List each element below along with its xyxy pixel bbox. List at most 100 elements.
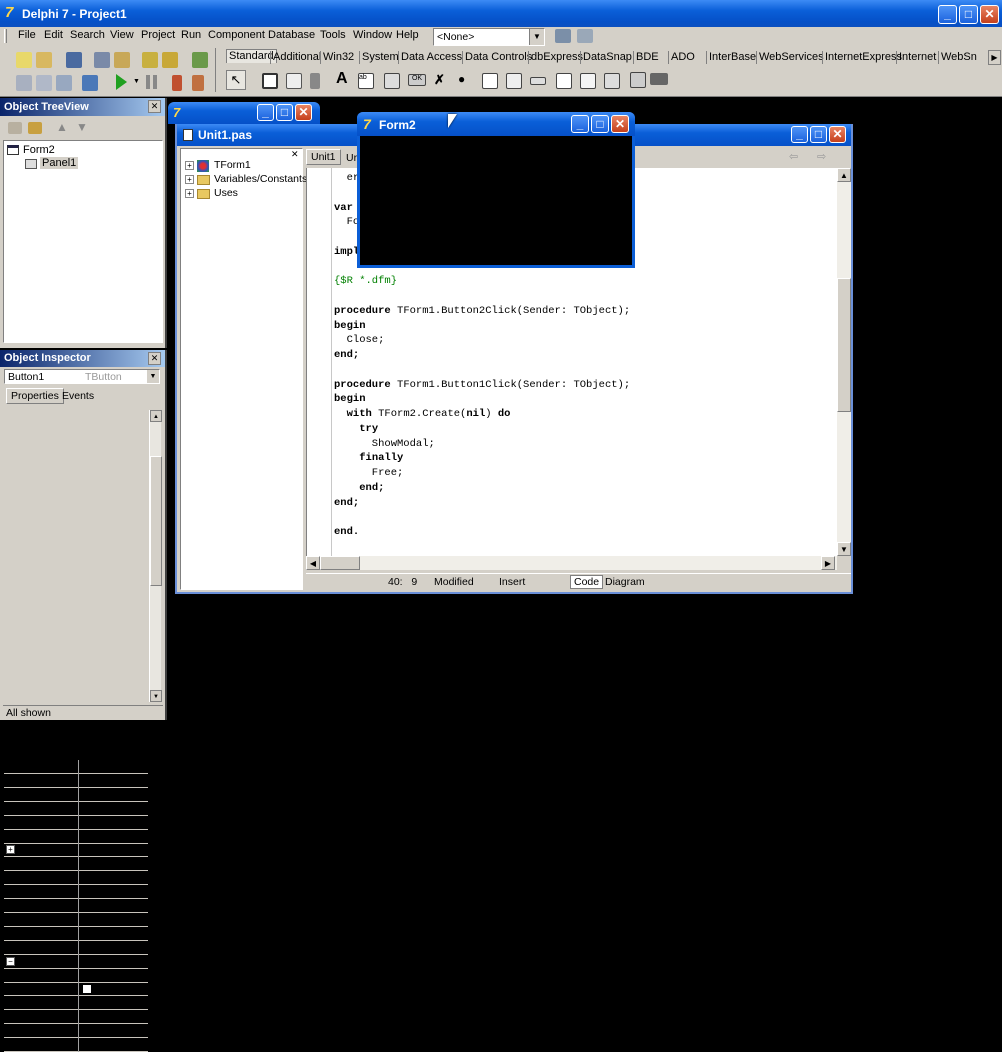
property-row[interactable]: BiDiMode bdLeftToRight <box>4 774 148 788</box>
tab-events[interactable]: Events <box>62 390 94 402</box>
palette-tab-internetexpress[interactable]: InternetExpress <box>825 51 902 65</box>
tab-code[interactable]: Code <box>570 575 604 589</box>
explorer-item-uses[interactable]: Uses <box>214 187 238 199</box>
add-file-icon[interactable] <box>142 52 158 68</box>
property-value[interactable]: crDefault <box>82 871 124 883</box>
move-up-icon[interactable]: ▲ <box>56 120 68 134</box>
menu-help[interactable]: Help <box>396 29 419 41</box>
radiobutton-icon[interactable]: ● <box>458 72 465 86</box>
run-dropdown-icon[interactable]: ▼ <box>133 78 140 85</box>
property-row[interactable]: Charset DEFAULT_CH <box>4 969 151 983</box>
memo-icon[interactable]: ab <box>358 73 374 89</box>
form2-minimize-button[interactable]: _ <box>571 115 589 133</box>
inspector-object-selector[interactable]: Button1 TButton ▼ <box>4 369 160 384</box>
code-vscrollbar[interactable]: ▲ ▼ <box>837 168 851 556</box>
move-down-icon[interactable]: ▼ <box>76 120 88 134</box>
property-row[interactable]: Name MS Sans Seri <box>4 1010 149 1024</box>
scroll-right-arrow[interactable]: ▶ <box>821 556 835 570</box>
edit-icon[interactable]: A <box>336 70 348 88</box>
property-value[interactable]: dmManual <box>82 927 131 939</box>
property-value[interactable]: bdLeftToRight <box>82 774 147 786</box>
menu-search[interactable]: Search <box>70 29 105 41</box>
property-row[interactable]: DockSite False <box>4 885 148 899</box>
form1-minimize-button[interactable]: _ <box>257 104 274 121</box>
save-all-icon[interactable] <box>94 52 110 68</box>
desktop-set-icon[interactable] <box>577 29 593 43</box>
panel-icon[interactable] <box>604 73 620 89</box>
palette-scroll-right[interactable]: ▶ <box>988 50 1001 65</box>
menu-tools[interactable]: Tools <box>320 29 346 41</box>
tab-properties[interactable]: Properties <box>6 388 64 404</box>
property-value[interactable]: clBlack <box>96 830 133 842</box>
property-row[interactable]: Enabled True <box>4 941 148 955</box>
editor-maximize-button[interactable]: □ <box>810 126 827 143</box>
property-value[interactable]: True <box>82 941 103 953</box>
checkbox-check-icon[interactable]: ✗ <box>434 72 445 88</box>
tree-item-form2[interactable]: Form2 <box>23 144 55 156</box>
property-value[interactable]: fpDefault <box>82 1024 124 1036</box>
maximize-button[interactable]: □ <box>959 5 978 24</box>
treeview-new-icon[interactable] <box>8 122 22 134</box>
frames-icon[interactable] <box>650 73 668 85</box>
scroll-left-arrow[interactable]: ◀ <box>306 556 320 570</box>
close-button[interactable]: ✕ <box>980 5 999 24</box>
tab-unit2[interactable]: Ur <box>346 152 357 164</box>
trace-into-icon[interactable] <box>172 75 182 91</box>
property-row[interactable]: Cursor crDefault <box>4 871 148 885</box>
property-row[interactable]: DragCursor crDrag <box>4 899 148 913</box>
view-form-icon[interactable] <box>36 75 52 91</box>
property-row[interactable]: + Constraints (TSizeConstrain <box>4 843 157 857</box>
menu-component[interactable]: Component <box>208 29 265 41</box>
pause-icon[interactable] <box>146 75 157 89</box>
code-hscrollbar[interactable]: ◀ ▶ <box>306 556 837 570</box>
help-book-icon[interactable] <box>192 52 208 68</box>
property-value[interactable]: DEFAULT_CH <box>82 969 151 981</box>
menu-edit[interactable]: Edit <box>44 29 63 41</box>
menu-project[interactable]: Project <box>141 29 175 41</box>
scroll-down-arrow[interactable]: ▼ <box>150 690 162 702</box>
hscroll-thumb[interactable] <box>320 556 360 570</box>
mainmenu-icon[interactable] <box>262 73 278 89</box>
treeview-close-icon[interactable]: ✕ <box>148 100 161 113</box>
palette-tab-data-access[interactable]: Data Access <box>401 51 462 65</box>
explorer-close-icon[interactable]: ✕ <box>291 149 299 160</box>
property-value[interactable]: 0 <box>82 802 88 814</box>
palette-tab-datasnap[interactable]: DataSnap <box>583 51 632 65</box>
property-value[interactable]: dkDrag <box>82 913 116 925</box>
chevron-down-icon[interactable]: ▼ <box>529 29 544 45</box>
form2-maximize-button[interactable]: □ <box>591 115 609 133</box>
menu-database[interactable]: Database <box>268 29 315 41</box>
listbox-icon[interactable] <box>482 73 498 89</box>
minimize-button[interactable]: _ <box>938 5 957 24</box>
open-project-icon[interactable] <box>114 52 130 68</box>
step-over-icon[interactable] <box>192 75 204 91</box>
menu-file[interactable]: File <box>18 29 36 41</box>
inspector-scrollbar[interactable]: ▲ ▼ <box>149 410 162 702</box>
property-value[interactable]: False <box>82 885 108 897</box>
new-form-icon[interactable] <box>82 75 98 91</box>
scroll-thumb[interactable] <box>837 278 851 412</box>
property-row[interactable]: BorderStyle bsNone <box>4 788 148 802</box>
scroll-thumb[interactable] <box>150 456 162 586</box>
label-icon[interactable] <box>310 73 320 89</box>
property-row[interactable]: Color clWhite <box>4 982 148 996</box>
chevron-down-icon[interactable]: ▼ <box>147 370 159 383</box>
form2-close-button[interactable]: ✕ <box>611 115 629 133</box>
property-row[interactable]: DragMode dmManual <box>4 927 148 941</box>
property-value[interactable]: 88 <box>82 1038 94 1050</box>
run-icon[interactable] <box>116 74 127 90</box>
palette-tab-dbexpress[interactable]: dbExpress <box>531 51 583 65</box>
toggle-form-unit-icon[interactable] <box>56 75 72 91</box>
form2-client-area[interactable] <box>360 136 632 265</box>
tree-item-panel1[interactable]: Panel1 <box>40 157 79 169</box>
scrollbar-icon[interactable] <box>530 77 546 85</box>
property-value[interactable]: MS Sans Seri <box>82 1010 149 1022</box>
palette-tab-bde[interactable]: BDE <box>636 51 659 65</box>
palette-tab-internet[interactable]: Internet <box>899 51 936 65</box>
tab-unit1[interactable]: Unit1 <box>306 149 341 165</box>
save-icon[interactable] <box>66 52 82 68</box>
palette-tab-data-controls[interactable]: Data Controls <box>465 51 532 65</box>
palette-tab-win32[interactable]: Win32 <box>323 51 354 65</box>
menu-view[interactable]: View <box>110 29 134 41</box>
palette-tab-interbase[interactable]: InterBase <box>709 51 756 65</box>
